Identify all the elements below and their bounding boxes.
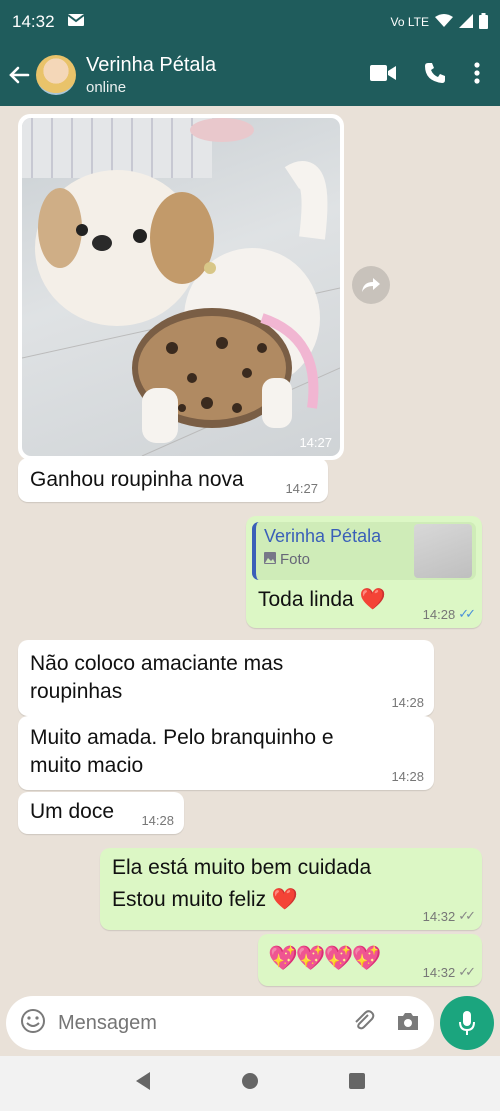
outgoing-message[interactable]: 💖💖💖💖 14:32 ✓✓ (258, 934, 482, 986)
forward-button[interactable] (352, 266, 390, 304)
outgoing-message[interactable]: Ela está muito bem cuidada Estou muito f… (100, 848, 482, 930)
contact-name: Verinha Pétala (86, 54, 217, 76)
quoted-thumbnail (414, 524, 472, 578)
message-text: Não coloco amaciante mas roupinhas (30, 652, 284, 703)
forward-icon (362, 278, 380, 292)
home-nav-icon[interactable] (241, 1072, 259, 1095)
message-time: 14:27 (285, 481, 318, 496)
message-meta: 14:27 (299, 435, 332, 450)
message-time: 14:32 (422, 964, 456, 980)
attach-icon[interactable] (352, 1009, 376, 1038)
message-text-line-1: Ela está muito bem cuidada (112, 856, 372, 879)
message-time: 14:32 (422, 908, 456, 924)
avatar[interactable] (36, 55, 76, 95)
message-time: 14:28 (391, 695, 424, 710)
status-time: 14:32 (12, 12, 55, 31)
incoming-message[interactable]: Ganhou roupinha nova 14:27 (18, 458, 328, 502)
back-button[interactable] (0, 65, 36, 85)
message-text: Muito amada. Pelo branquinho e muito mac… (30, 726, 334, 777)
mail-icon (66, 12, 85, 32)
arrow-left-icon (9, 66, 30, 84)
voice-record-button[interactable] (440, 996, 494, 1050)
message-meta: 14:32 ✓✓ (422, 964, 476, 980)
message-meta: 14:28 (141, 813, 174, 828)
outgoing-message[interactable]: Verinha Pétala Foto Toda linda ❤️ 14:28 … (246, 516, 482, 628)
network-label: Vo LTE (390, 15, 429, 29)
double-check-read-icon: ✓✓ (458, 606, 476, 621)
phone-call-icon[interactable] (424, 62, 446, 89)
double-check-icon: ✓✓ (458, 964, 476, 979)
message-meta: 14:28 (391, 695, 424, 710)
message-meta: 14:28 ✓✓ (422, 606, 476, 622)
photo-icon (264, 551, 276, 568)
camera-icon[interactable] (396, 1011, 420, 1036)
recents-nav-icon[interactable] (348, 1072, 366, 1095)
quoted-reply[interactable]: Verinha Pétala Foto (252, 522, 476, 580)
message-input[interactable] (58, 1011, 328, 1035)
incoming-message[interactable]: Um doce 14:28 (18, 792, 184, 834)
message-text: Toda linda ❤️ (258, 588, 386, 611)
message-time: 14:28 (141, 813, 174, 828)
video-call-icon[interactable] (370, 64, 396, 87)
message-text-line-2: Estou muito feliz ❤️ (112, 888, 299, 911)
double-check-icon: ✓✓ (458, 908, 476, 923)
chat-area[interactable]: 14:27 Ganhou roupinha nova 14:27 Verinha… (0, 106, 500, 994)
quoted-type: Foto (280, 551, 311, 568)
back-nav-icon[interactable] (134, 1071, 152, 1096)
battery-icon (479, 12, 488, 32)
image-message[interactable]: 14:27 (18, 114, 344, 460)
status-bar: 14:32 Vo LTE (0, 0, 500, 44)
message-meta: 14:28 (391, 769, 424, 784)
wifi-icon (435, 13, 453, 31)
incoming-message[interactable]: Não coloco amaciante mas roupinhas 14:28 (18, 640, 434, 716)
message-text: Um doce (30, 800, 115, 823)
message-meta: 14:32 ✓✓ (422, 908, 476, 924)
more-options-icon[interactable] (474, 61, 480, 89)
message-meta: 14:27 (285, 481, 318, 496)
dog-photo[interactable]: 14:27 (22, 118, 340, 456)
incoming-message[interactable]: Muito amada. Pelo branquinho e muito mac… (18, 716, 434, 790)
message-composer (6, 996, 434, 1050)
chat-header: Verinha Pétala online (0, 44, 500, 106)
message-text: Ganhou roupinha nova (30, 468, 244, 491)
system-nav-bar (0, 1056, 500, 1111)
message-time: 14:28 (422, 606, 456, 622)
contact-status: online (86, 79, 127, 96)
message-time: 14:28 (391, 769, 424, 784)
emoji-icon[interactable] (20, 1008, 46, 1039)
emoji-message: 💖💖💖💖 (268, 945, 382, 972)
signal-icon (459, 13, 473, 31)
message-time: 14:27 (299, 435, 332, 450)
contact-info[interactable]: Verinha Pétala online (86, 54, 216, 96)
microphone-icon (459, 1011, 475, 1035)
